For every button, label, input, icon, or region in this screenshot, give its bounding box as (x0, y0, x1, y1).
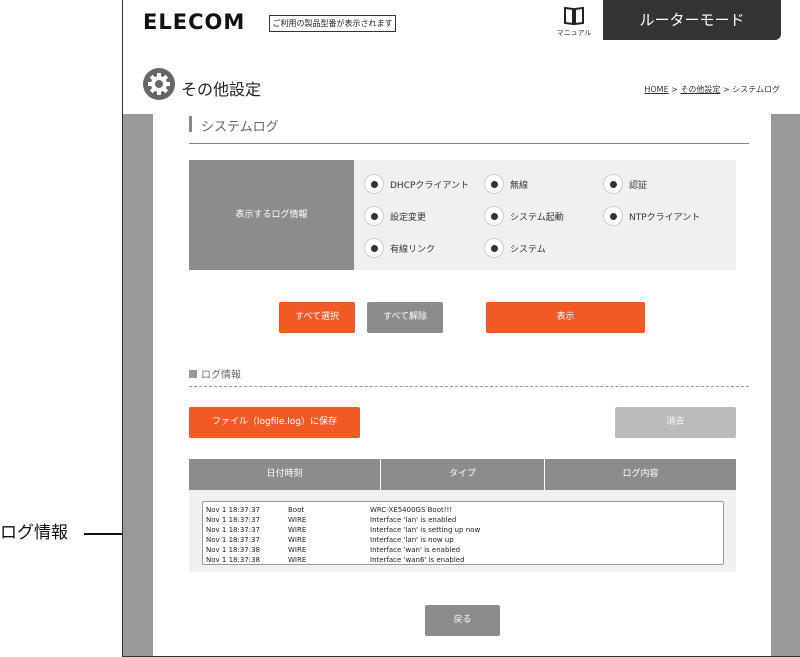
log-row: Nov 1 18:37:37 WIRE Interface 'lan' is set… (206, 525, 720, 535)
radio-selected-icon[interactable] (364, 206, 384, 226)
log-time: Nov 1 18:37:38 (206, 546, 261, 554)
manual-label: マニュアル (556, 29, 592, 37)
log-time: Nov 1 18:37:37 (206, 536, 261, 544)
option-label: DHCPクライアント (390, 180, 470, 191)
back-button[interactable]: 戻る (425, 605, 500, 636)
breadcrumb: HOME > その他設定 > システムログ (644, 84, 780, 95)
option-wired-link[interactable]: 有線リンク (364, 238, 435, 258)
option-wireless[interactable]: 無線 (484, 174, 528, 194)
option-auth[interactable]: 認証 (603, 174, 647, 194)
log-time: Nov 1 18:37:37 (206, 526, 261, 534)
log-content: WRC-XE5400GS Boot!!! (370, 506, 453, 514)
radio-selected-icon[interactable] (364, 174, 384, 194)
option-ntp-client[interactable]: NTPクライアント (603, 206, 700, 226)
deselect-all-button[interactable]: すべて解除 (367, 302, 443, 333)
log-type: WIRE (288, 536, 307, 544)
radio-selected-icon[interactable] (484, 206, 504, 226)
log-info-heading: ログ情報 (189, 366, 241, 381)
log-type: WIRE (288, 546, 307, 554)
content-panel: システムログ 表示するログ情報 DHCPクライアント 無線 認証 設定変更 シス… (153, 114, 771, 656)
book-icon (564, 6, 584, 26)
section-title: システムログ (201, 120, 279, 135)
log-content: Interface 'lan' is setting up now (370, 526, 481, 534)
select-all-button[interactable]: すべて選択 (279, 302, 355, 333)
column-content: ログ内容 (622, 469, 659, 479)
log-textarea[interactable]: Nov 1 18:37:37 Boot WRC-XE5400GS Boot!!! N… (202, 501, 724, 565)
breadcrumb-parent[interactable]: その他設定 (680, 85, 720, 94)
log-content: Interface 'lan' is enabled (370, 516, 457, 524)
manual-button[interactable]: マニュアル (551, 6, 597, 38)
section-header: システムログ (189, 114, 749, 144)
save-file-button[interactable]: ファイル（logfile.log）に保存 (189, 407, 360, 438)
radio-selected-icon[interactable] (484, 238, 504, 258)
option-label: NTPクライアント (629, 212, 701, 223)
show-button[interactable]: 表示 (486, 302, 645, 333)
section-marker (189, 116, 192, 132)
filter-label: 表示するログ情報 (189, 160, 354, 270)
log-content: Interface 'wan' is enabled (370, 546, 461, 554)
column-type: タイプ (381, 459, 545, 490)
option-system-boot[interactable]: システム起動 (484, 206, 564, 226)
log-type: Boot (288, 506, 305, 514)
option-label: システム (510, 244, 546, 255)
log-type: WIRE (288, 516, 307, 524)
log-time: Nov 1 18:37:38 (206, 556, 261, 564)
radio-selected-icon[interactable] (603, 174, 623, 194)
radio-selected-icon[interactable] (484, 174, 504, 194)
log-type: WIRE (288, 526, 307, 534)
radio-selected-icon[interactable] (603, 206, 623, 226)
log-time: Nov 1 18:37:37 (206, 506, 261, 514)
clear-button[interactable]: 消去 (615, 407, 736, 438)
option-label: 認証 (629, 180, 648, 191)
option-system[interactable]: システム (484, 238, 546, 258)
callout-label: ログ情報 (0, 523, 68, 543)
gear-icon (143, 68, 175, 100)
heading-square (189, 370, 197, 378)
option-dhcp-client[interactable]: DHCPクライアント (364, 174, 469, 194)
log-time: Nov 1 18:37:37 (206, 516, 261, 524)
page-title: その他設定 (181, 80, 262, 99)
brand-logo: ELECOM (143, 10, 246, 34)
log-filter-table: 表示するログ情報 DHCPクライアント 無線 認証 設定変更 システム起動 NT… (189, 160, 736, 270)
router-mode-tab[interactable]: ルーターモード (603, 0, 781, 40)
option-config-change[interactable]: 設定変更 (364, 206, 426, 226)
log-info-title: ログ情報 (201, 370, 241, 381)
router-admin-window: ELECOM ご利用の製品型番が表示されます マニュアル ルーターモード その他… (122, 0, 800, 657)
log-row: Nov 1 18:37:38 WIRE Interface 'wan6' is en… (206, 555, 720, 564)
log-area: Nov 1 18:37:37 Boot WRC-XE5400GS Boot!!! N… (189, 490, 736, 572)
column-datetime: 日付時刻 (189, 459, 381, 490)
breadcrumb-sep: > (668, 85, 681, 94)
breadcrumb-home[interactable]: HOME (644, 85, 668, 94)
log-row: Nov 1 18:37:37 Boot WRC-XE5400GS Boot!!! (206, 505, 720, 515)
option-label: 無線 (510, 180, 529, 191)
dashed-divider (189, 386, 749, 387)
option-label: 有線リンク (390, 244, 436, 255)
radio-selected-icon[interactable] (364, 238, 384, 258)
log-row: Nov 1 18:37:37 WIRE Interface 'lan' is now… (206, 535, 720, 545)
log-row: Nov 1 18:37:38 WIRE Interface 'wan' is ena… (206, 545, 720, 555)
option-label: 設定変更 (390, 212, 427, 223)
log-content: Interface 'lan' is now up (370, 536, 454, 544)
log-content: Interface 'wan6' is enabled (370, 556, 465, 564)
log-type: WIRE (288, 556, 307, 564)
model-notice: ご利用の製品型番が表示されます (269, 15, 396, 32)
log-table-header: 日付時刻 タイプ ログ内容 (189, 459, 736, 490)
breadcrumb-current: システムログ (732, 85, 780, 94)
breadcrumb-sep: > (720, 85, 733, 94)
log-row: Nov 1 18:37:37 WIRE Interface 'lan' is ena… (206, 515, 720, 525)
option-label: システム起動 (510, 212, 564, 223)
